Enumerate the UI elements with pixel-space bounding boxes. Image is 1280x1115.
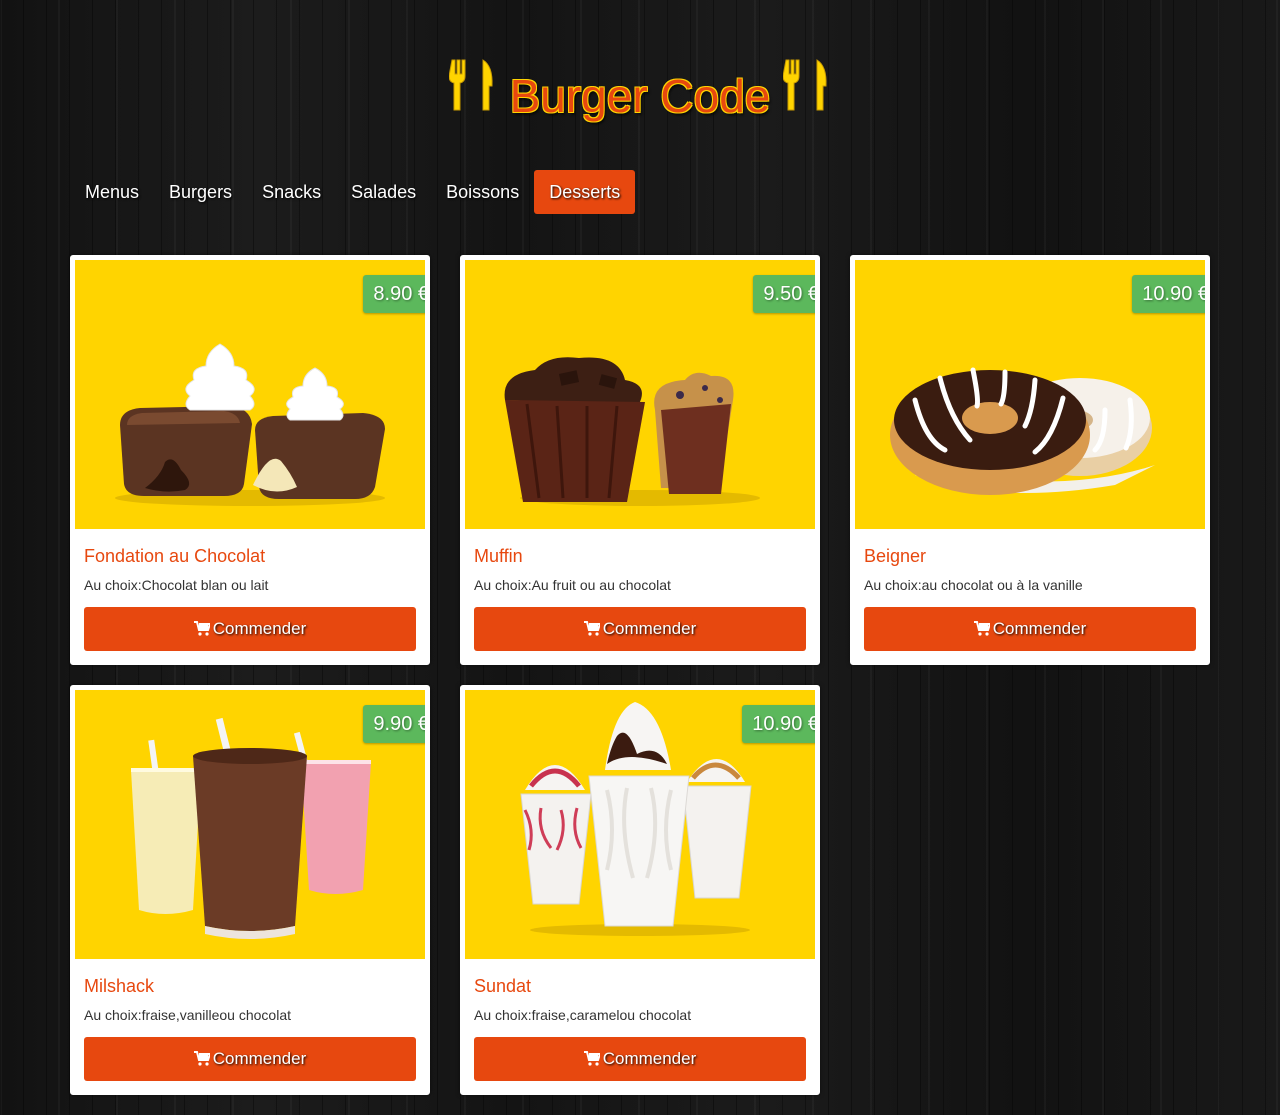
order-button[interactable]: Commender: [84, 1037, 416, 1081]
cart-icon: [193, 609, 212, 653]
order-button-label: Commender: [212, 619, 307, 638]
product-description: Au choix:Au fruit ou au chocolat: [474, 577, 671, 593]
price-badge: 10.90 €: [742, 705, 815, 743]
price-badge: 10.90 €: [1132, 275, 1205, 313]
price-badge: 9.90 €: [363, 705, 425, 743]
tab-salades[interactable]: Salades: [336, 170, 431, 214]
product-description: Au choix:fraise,caramelou chocolat: [474, 1007, 692, 1023]
cart-icon: [193, 1039, 212, 1083]
order-button[interactable]: Commender: [84, 607, 416, 651]
cart-icon: [973, 609, 992, 653]
product-description: Au choix:au chocolat ou à la vanille: [864, 577, 1083, 593]
product-description: Au choix:Chocolat blan ou lait: [84, 577, 269, 593]
product-card: 10.90 € Beigner Au choix:au chocolat ou …: [850, 255, 1210, 665]
product-card: 8.90 € Fondation au Chocolat Au choix:Ch…: [70, 255, 430, 665]
product-description: Au choix:fraise,vanilleou chocolat: [84, 1007, 292, 1023]
order-button-label: Commender: [602, 1049, 697, 1068]
product-image-donuts: 10.90 €: [855, 260, 1205, 529]
utensils-icon: [448, 58, 497, 112]
tab-burgers[interactable]: Burgers: [154, 170, 247, 214]
order-button[interactable]: Commender: [864, 607, 1196, 651]
product-name: Muffin: [474, 546, 523, 566]
logo-title: Burger Code: [509, 69, 771, 122]
product-card: 10.90 € Sundat Au choix:fraise,caramelou…: [460, 685, 820, 1095]
tab-menus[interactable]: Menus: [70, 170, 154, 214]
product-card: 9.90 € Milshack Au choix:fraise,vanilleo…: [70, 685, 430, 1095]
price-badge: 9.50 €: [753, 275, 815, 313]
cart-icon: [583, 609, 602, 653]
site-logo: Burger Code: [0, 58, 1280, 123]
category-nav: Menus Burgers Snacks Salades Boissons De…: [70, 170, 636, 214]
product-image-milkshakes: 9.90 €: [75, 690, 425, 959]
price-badge: 8.90 €: [363, 275, 425, 313]
utensils-icon: [783, 58, 831, 112]
product-image-chocolate-fondant: 8.90 €: [75, 260, 425, 529]
product-name: Beigner: [864, 546, 927, 566]
order-button-label: Commender: [992, 619, 1087, 638]
tab-desserts[interactable]: Desserts: [534, 170, 636, 214]
order-button[interactable]: Commender: [474, 607, 806, 651]
order-button-label: Commender: [212, 1049, 307, 1068]
product-name: Fondation au Chocolat: [84, 546, 266, 566]
tab-boissons[interactable]: Boissons: [431, 170, 534, 214]
tab-snacks[interactable]: Snacks: [247, 170, 336, 214]
order-button-label: Commender: [602, 619, 697, 638]
product-name: Milshack: [84, 976, 155, 996]
cart-icon: [583, 1039, 602, 1083]
product-card: 9.50 € Muffin Au choix:Au fruit ou au ch…: [460, 255, 820, 665]
order-button[interactable]: Commender: [474, 1037, 806, 1081]
product-image-muffins: 9.50 €: [465, 260, 815, 529]
product-name: Sundat: [474, 976, 532, 996]
product-image-sundaes: 10.90 €: [465, 690, 815, 959]
